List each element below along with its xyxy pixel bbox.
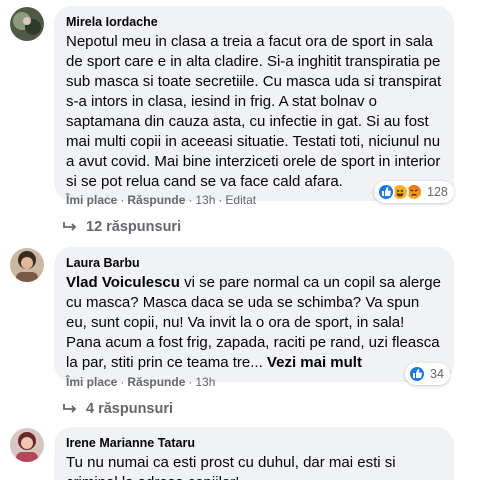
comment-actions: Îmi place · Răspunde · 13h · Editat [66, 193, 257, 207]
comment-text: Tu nu numai ca esti prost cu duhul, dar … [66, 454, 396, 480]
avatar[interactable] [10, 248, 44, 282]
comment: Irene Marianne Tataru Tu nu numai ca est… [0, 420, 480, 480]
like-icon [408, 365, 426, 383]
see-more-link[interactable]: Vezi mai mult [267, 354, 362, 371]
view-replies-link[interactable]: 12 răspunsuri [62, 218, 181, 236]
comment-author[interactable]: Laura Barbu [66, 255, 442, 271]
like-icon [377, 183, 395, 201]
comment: Laura Barbu Vlad Voiculescu vi se pare n… [0, 240, 480, 420]
edited-label: Editat [225, 193, 257, 207]
like-button[interactable]: Îmi place [66, 375, 117, 389]
reply-button[interactable]: Răspunde [127, 375, 185, 389]
reactions-summary[interactable]: 34 [405, 363, 450, 385]
comment-bubble: Irene Marianne Tataru Tu nu numai ca est… [54, 427, 454, 480]
reply-arrow-icon [63, 222, 77, 231]
comment-bubble: Mirela Iordache Nepotul meu in clasa a t… [54, 6, 454, 201]
reply-arrow-icon [63, 404, 77, 413]
reactions-summary[interactable]: 128 [374, 181, 454, 203]
comment-text: Nepotul meu in clasa a treia a facut ora… [66, 33, 442, 190]
comment-actions: Îmi place · Răspunde · 13h [66, 375, 216, 389]
comment-text: Vlad Voiculescu vi se pare normal ca un … [66, 274, 441, 371]
reaction-count: 34 [430, 367, 444, 381]
view-replies-link[interactable]: 4 răspunsuri [62, 400, 173, 418]
comment-time[interactable]: 13h [195, 193, 215, 207]
comment-author[interactable]: Mirela Iordache [66, 14, 442, 30]
comment-bubble: Laura Barbu Vlad Voiculescu vi se pare n… [54, 247, 454, 382]
reaction-count: 128 [427, 185, 448, 199]
comment: Mirela Iordache Nepotul meu in clasa a t… [0, 0, 480, 235]
avatar[interactable] [10, 7, 44, 41]
comment-time[interactable]: 13h [195, 375, 215, 389]
mention-link[interactable]: Vlad Voiculescu [66, 274, 180, 291]
comment-author[interactable]: Irene Marianne Tataru [66, 435, 442, 451]
like-button[interactable]: Îmi place [66, 193, 117, 207]
reply-button[interactable]: Răspunde [127, 193, 185, 207]
avatar[interactable] [10, 428, 44, 462]
